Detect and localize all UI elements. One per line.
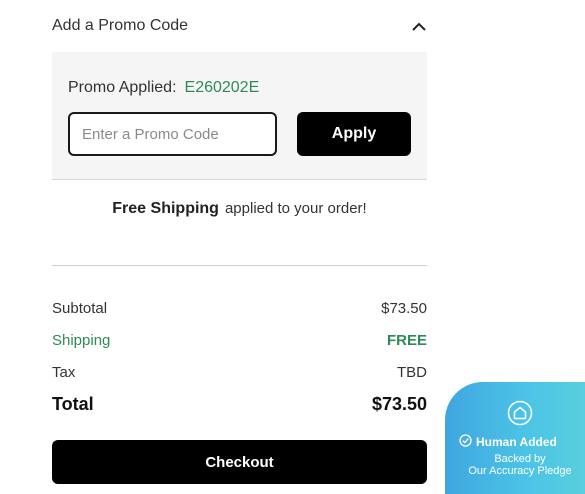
free-shipping-bold: Free Shipping — [112, 200, 219, 217]
pledge-line-1: Backed by — [494, 453, 546, 465]
total-row: Total $73.50 — [52, 394, 427, 415]
total-label: Total — [52, 394, 94, 414]
subtotal-row: Subtotal $73.50 — [52, 300, 427, 317]
chevron-up-icon[interactable] — [411, 18, 427, 34]
free-shipping-message: Free Shipping applied to your order! — [52, 200, 427, 218]
house-shield-icon — [507, 400, 533, 426]
promo-panel: Promo Applied: E260202E Apply — [52, 52, 427, 180]
free-shipping-rest: applied to your order! — [224, 200, 367, 217]
pledge-line-2: Our Accuracy Pledge — [468, 465, 572, 477]
checkout-button[interactable]: Checkout — [52, 440, 427, 484]
shipping-row: Shipping FREE — [52, 332, 427, 349]
pledge-headline-row: Human Added — [459, 434, 557, 450]
promo-section-title: Add a Promo Code — [52, 17, 189, 34]
promo-code-input[interactable] — [68, 112, 277, 156]
shipping-value: FREE — [386, 332, 427, 349]
promo-applied-row: Promo Applied: E260202E — [68, 79, 259, 97]
tax-label: Tax — [52, 364, 76, 381]
tax-value: TBD — [397, 364, 427, 381]
total-value: $73.50 — [371, 394, 427, 414]
check-circle-icon — [459, 434, 472, 450]
pledge-headline: Human Added — [476, 435, 557, 449]
subtotal-value: $73.50 — [381, 300, 427, 317]
subtotal-label: Subtotal — [52, 300, 108, 317]
divider — [52, 265, 427, 266]
promo-applied-label: Promo Applied: — [68, 79, 177, 96]
accuracy-pledge-badge[interactable]: Human Added Backed by Our Accuracy Pledg… — [445, 382, 585, 494]
shipping-label: Shipping — [52, 332, 111, 349]
promo-section-toggle[interactable]: Add a Promo Code — [52, 0, 427, 52]
apply-button[interactable]: Apply — [297, 112, 411, 156]
promo-applied-code: E260202E — [184, 79, 260, 96]
tax-row: Tax TBD — [52, 364, 427, 381]
